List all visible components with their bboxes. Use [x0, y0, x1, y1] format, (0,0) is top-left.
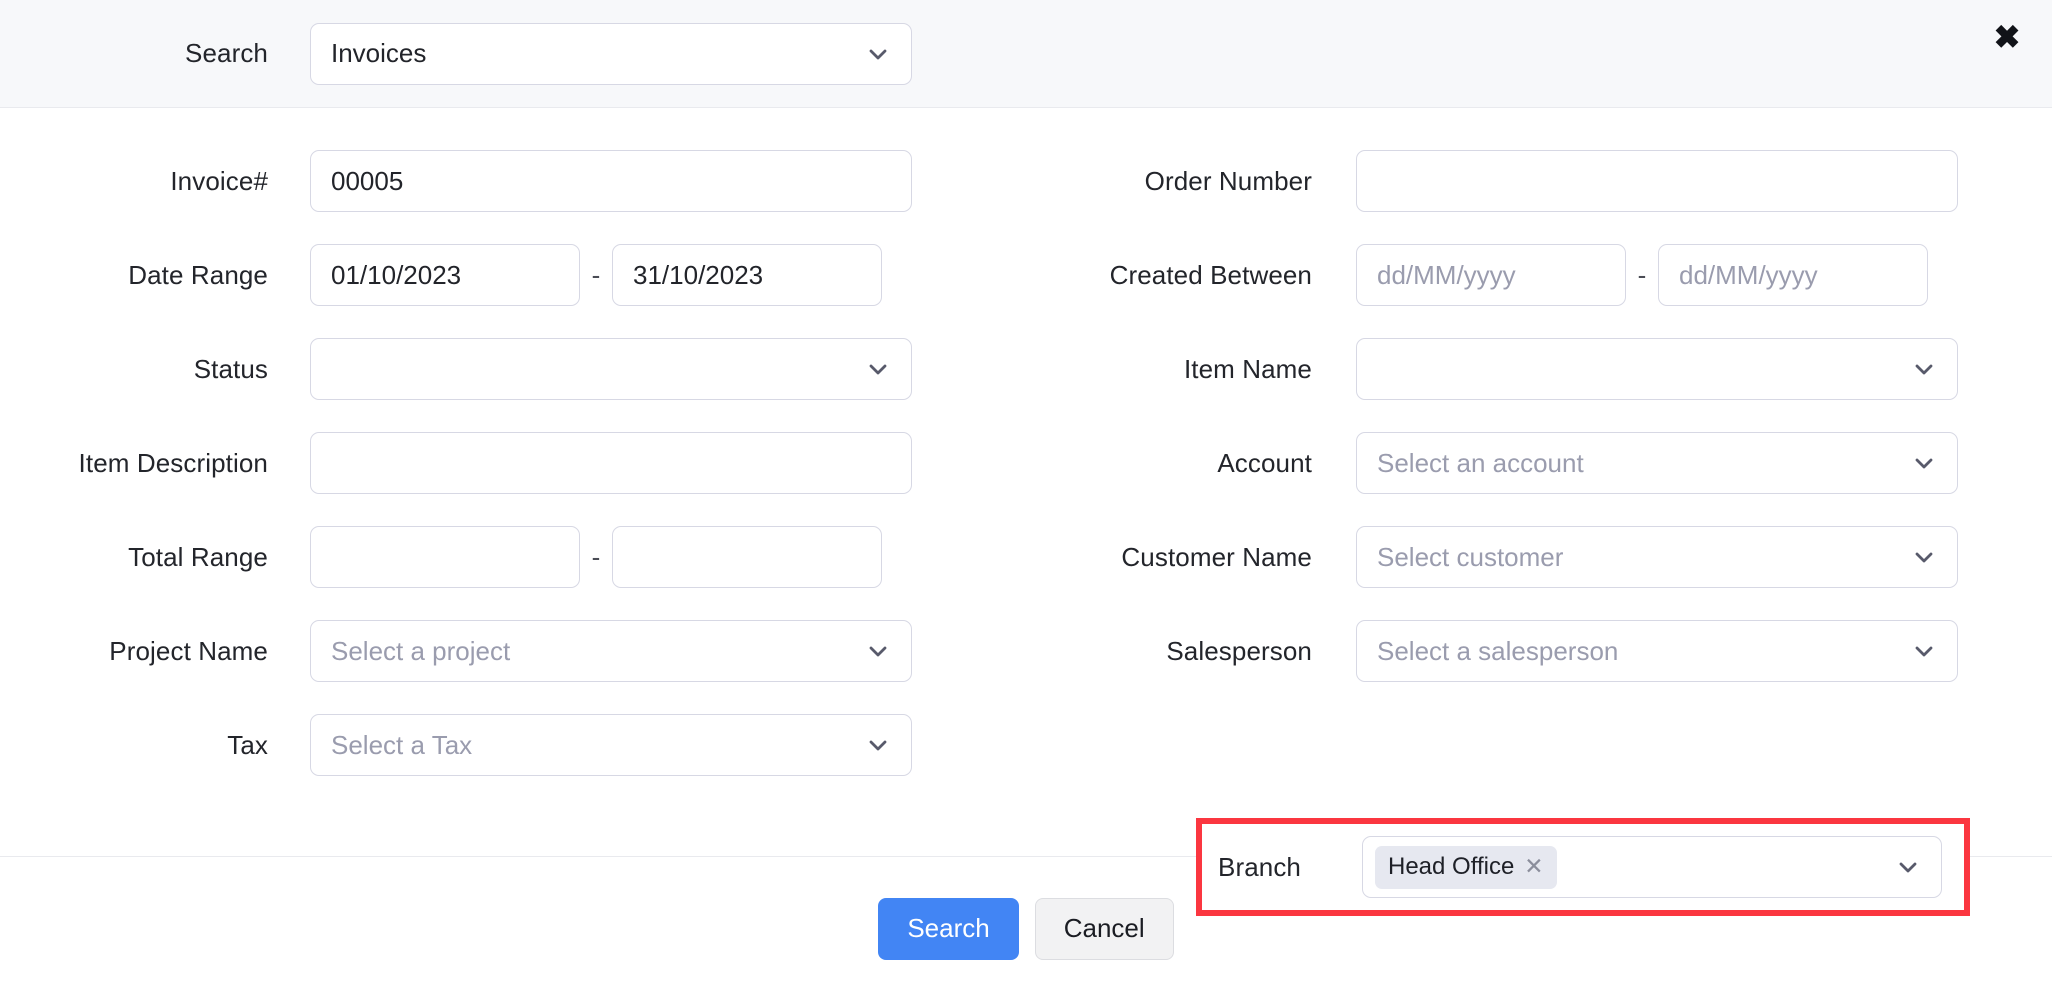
total-range-separator: - [580, 542, 612, 573]
field-row-date-range: Date Range 01/10/2023 - 31/10/2023 [0, 228, 1026, 322]
field-row-project-name: Project Name Select a project [0, 604, 1026, 698]
chevron-down-icon [1913, 452, 1935, 474]
left-column: Invoice# 00005 Date Range 01/10/2023 - [0, 134, 1026, 792]
select-project-name-placeholder: Select a project [331, 636, 510, 667]
control-item-description [310, 432, 912, 494]
search-button[interactable]: Search [878, 898, 1018, 960]
input-created-between-to-placeholder: dd/MM/yyyy [1679, 260, 1818, 291]
input-order-number[interactable] [1356, 150, 1958, 212]
control-project-name: Select a project [310, 620, 912, 682]
control-date-range: 01/10/2023 - 31/10/2023 [310, 244, 882, 306]
input-date-range-to[interactable]: 31/10/2023 [612, 244, 882, 306]
select-account-placeholder: Select an account [1377, 448, 1584, 479]
select-project-name[interactable]: Select a project [310, 620, 912, 682]
chevron-down-icon [867, 640, 889, 662]
right-column: Order Number Created Between dd/MM/yyyy … [1026, 134, 2052, 792]
control-total-range: - [310, 526, 882, 588]
select-salesperson-placeholder: Select a salesperson [1377, 636, 1618, 667]
label-total-range: Total Range [0, 542, 310, 573]
input-created-between-from-placeholder: dd/MM/yyyy [1377, 260, 1516, 291]
label-date-range: Date Range [0, 260, 310, 291]
branch-tag-label: Head Office [1388, 853, 1514, 881]
field-row-account: Account Select an account [1026, 416, 2052, 510]
chevron-down-icon [1913, 546, 1935, 568]
label-created-between: Created Between [1026, 260, 1356, 291]
input-invoice-number-value: 00005 [331, 166, 403, 197]
cancel-button[interactable]: Cancel [1035, 898, 1174, 960]
field-row-salesperson: Salesperson Select a salesperson [1026, 604, 2052, 698]
close-icon[interactable]: ✖ [1989, 19, 2025, 55]
advanced-search-modal: Search Invoices ✖ Invoice# 00005 [0, 0, 2052, 1000]
input-date-range-from-value: 01/10/2023 [331, 260, 461, 291]
branch-field-highlight: Branch Head Office ✕ [1196, 818, 1970, 916]
label-project-name: Project Name [0, 636, 310, 667]
fields-grid: Invoice# 00005 Date Range 01/10/2023 - [0, 134, 2052, 792]
input-item-description[interactable] [310, 432, 912, 494]
search-module-label: Search [0, 38, 310, 69]
search-module-select[interactable]: Invoices [310, 23, 912, 85]
input-invoice-number[interactable]: 00005 [310, 150, 912, 212]
close-icon[interactable]: ✕ [1524, 855, 1543, 878]
date-range-separator: - [580, 260, 612, 291]
input-created-between-to[interactable]: dd/MM/yyyy [1658, 244, 1928, 306]
chevron-down-icon [867, 358, 889, 380]
field-row-status: Status [0, 322, 1026, 416]
control-tax: Select a Tax [310, 714, 912, 776]
chevron-down-icon [867, 43, 889, 65]
search-module-value: Invoices [331, 38, 426, 69]
field-row-item-name: Item Name [1026, 322, 2052, 416]
input-date-range-from[interactable]: 01/10/2023 [310, 244, 580, 306]
label-item-description: Item Description [0, 448, 310, 479]
branch-tag: Head Office ✕ [1375, 846, 1557, 889]
control-customer-name: Select customer [1356, 526, 1958, 588]
field-row-order-number: Order Number [1026, 134, 2052, 228]
input-total-range-from[interactable] [310, 526, 580, 588]
label-tax: Tax [0, 730, 310, 761]
field-row-tax: Tax Select a Tax [0, 698, 1026, 792]
select-status[interactable] [310, 338, 912, 400]
modal-body: Invoice# 00005 Date Range 01/10/2023 - [0, 108, 2052, 856]
input-created-between-from[interactable]: dd/MM/yyyy [1356, 244, 1626, 306]
select-tax-placeholder: Select a Tax [331, 730, 472, 761]
modal-header: Search Invoices ✖ [0, 0, 2052, 108]
label-salesperson: Salesperson [1026, 636, 1356, 667]
field-row-total-range: Total Range - [0, 510, 1026, 604]
control-order-number [1356, 150, 1958, 212]
select-customer-name-placeholder: Select customer [1377, 542, 1563, 573]
label-customer-name: Customer Name [1026, 542, 1356, 573]
field-row-item-description: Item Description [0, 416, 1026, 510]
control-salesperson: Select a salesperson [1356, 620, 1958, 682]
chevron-down-icon [1913, 358, 1935, 380]
select-salesperson[interactable]: Select a salesperson [1356, 620, 1958, 682]
select-branch[interactable]: Head Office ✕ [1362, 836, 1942, 898]
label-order-number: Order Number [1026, 166, 1356, 197]
label-account: Account [1026, 448, 1356, 479]
field-row-customer-name: Customer Name Select customer [1026, 510, 2052, 604]
label-invoice-number: Invoice# [0, 166, 310, 197]
created-between-separator: - [1626, 260, 1658, 291]
label-item-name: Item Name [1026, 354, 1356, 385]
field-row-invoice-number: Invoice# 00005 [0, 134, 1026, 228]
input-date-range-to-value: 31/10/2023 [633, 260, 763, 291]
chevron-down-icon [867, 734, 889, 756]
chevron-down-icon [1897, 856, 1919, 878]
select-account[interactable]: Select an account [1356, 432, 1958, 494]
select-tax[interactable]: Select a Tax [310, 714, 912, 776]
label-status: Status [0, 354, 310, 385]
chevron-down-icon [1913, 640, 1935, 662]
control-invoice-number: 00005 [310, 150, 912, 212]
input-total-range-to[interactable] [612, 526, 882, 588]
control-created-between: dd/MM/yyyy - dd/MM/yyyy [1356, 244, 1928, 306]
field-row-created-between: Created Between dd/MM/yyyy - dd/MM/yyyy [1026, 228, 2052, 322]
control-status [310, 338, 912, 400]
control-account: Select an account [1356, 432, 1958, 494]
select-customer-name[interactable]: Select customer [1356, 526, 1958, 588]
label-branch: Branch [1202, 852, 1362, 883]
select-item-name[interactable] [1356, 338, 1958, 400]
control-item-name [1356, 338, 1958, 400]
